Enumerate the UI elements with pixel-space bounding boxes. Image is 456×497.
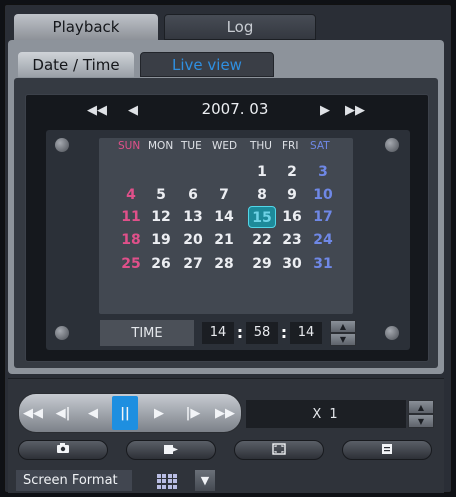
screen-format-dropdown[interactable]: ▼	[195, 470, 215, 491]
calendar-day[interactable]: 5	[147, 184, 175, 206]
calendar-day[interactable]: 23	[278, 229, 306, 251]
tab-log[interactable]: Log	[164, 14, 316, 40]
step-back-button[interactable]: ◀|	[50, 396, 76, 430]
second-field[interactable]: 14	[290, 322, 322, 344]
weekday-label: FRI	[282, 140, 299, 152]
calendar-day[interactable]: 2	[278, 161, 306, 183]
calendar-day[interactable]: 1	[248, 161, 276, 183]
time-label: TIME	[100, 320, 194, 346]
snapshot-button[interactable]	[18, 440, 108, 460]
knob-icon	[385, 138, 399, 152]
knob-icon	[55, 326, 69, 340]
calendar-day[interactable]: 25	[117, 253, 145, 275]
calendar-day[interactable]: 3	[309, 161, 337, 183]
calendar-day[interactable]: 11	[117, 206, 145, 228]
calendar-day[interactable]: 8	[248, 184, 276, 206]
weekday-label: SUN	[118, 140, 141, 152]
time-separator: :	[280, 323, 288, 342]
list-icon	[381, 443, 393, 458]
calendar-day[interactable]: 22	[248, 229, 276, 251]
fullscreen-button[interactable]	[234, 440, 324, 460]
calendar-day[interactable]: 12	[147, 206, 175, 228]
tab-date-time[interactable]: Date / Time	[18, 52, 134, 77]
weekday-label: TUE	[181, 140, 202, 152]
calendar-day[interactable]: 10	[309, 184, 337, 206]
knob-icon	[55, 138, 69, 152]
calendar-day[interactable]: 13	[179, 206, 207, 228]
play-button[interactable]: ▶	[146, 396, 172, 430]
calendar-day[interactable]: 30	[278, 253, 306, 275]
tab-playback[interactable]: Playback	[14, 14, 158, 40]
camera-icon	[56, 443, 70, 457]
calendar-day[interactable]: 18	[117, 229, 145, 251]
calendar-day[interactable]: 28	[210, 253, 238, 275]
prev-month-button[interactable]: ◀	[124, 102, 142, 118]
minute-field[interactable]: 58	[246, 322, 278, 344]
calendar-day[interactable]: 27	[179, 253, 207, 275]
calendar-day[interactable]: 24	[309, 229, 337, 251]
list-button[interactable]	[342, 440, 432, 460]
next-month-button[interactable]: ▶	[316, 102, 334, 118]
calendar-day[interactable]: 6	[179, 184, 207, 206]
next-year-button[interactable]: ▶▶	[345, 102, 365, 118]
calendar-day[interactable]: 7	[210, 184, 238, 206]
calendar-day-selected[interactable]: 15	[248, 206, 276, 228]
speed-display: X 1	[246, 400, 406, 428]
calendar-day[interactable]: 31	[309, 253, 337, 275]
tab-live-view[interactable]: Live view	[140, 52, 274, 77]
speed-up-button[interactable]: ▲	[408, 400, 434, 414]
knob-icon	[385, 326, 399, 340]
weekday-label: SAT	[310, 140, 330, 152]
pause-button[interactable]: ||	[112, 396, 138, 430]
calendar-day[interactable]: 21	[210, 229, 238, 251]
fast-rewind-button[interactable]: ◀◀	[20, 396, 46, 430]
fullscreen-icon	[272, 442, 286, 458]
weekday-label: THU	[250, 140, 272, 152]
calendar-day[interactable]: 26	[147, 253, 175, 275]
hour-field[interactable]: 14	[202, 322, 234, 344]
calendar-day[interactable]: 29	[248, 253, 276, 275]
speed-down-button[interactable]: ▼	[408, 414, 434, 428]
time-separator: :	[236, 323, 244, 342]
screen-format-label: Screen Format	[16, 470, 132, 491]
calendar-day[interactable]: 9	[278, 184, 306, 206]
calendar-day[interactable]: 16	[278, 206, 306, 228]
time-down-button[interactable]: ▼	[330, 333, 356, 346]
calendar-day[interactable]: 14	[210, 206, 238, 228]
time-up-button[interactable]: ▲	[330, 320, 356, 333]
calendar-day[interactable]: 17	[309, 206, 337, 228]
step-forward-button[interactable]: |▶	[180, 396, 206, 430]
export-button[interactable]	[126, 440, 216, 460]
calendar-day[interactable]: 19	[147, 229, 175, 251]
prev-year-button[interactable]: ◀◀	[87, 102, 107, 118]
weekday-label: WED	[212, 140, 238, 152]
calendar-day[interactable]: 4	[117, 184, 145, 206]
fast-forward-button[interactable]: ▶▶	[212, 396, 238, 430]
reverse-play-button[interactable]: ◀	[80, 396, 106, 430]
calendar-day[interactable]: 20	[179, 229, 207, 251]
grid-layout-icon[interactable]	[156, 472, 178, 490]
weekday-label: MON	[148, 140, 174, 152]
year-month-label: 2007. 03	[201, 100, 269, 118]
export-icon	[163, 443, 179, 458]
